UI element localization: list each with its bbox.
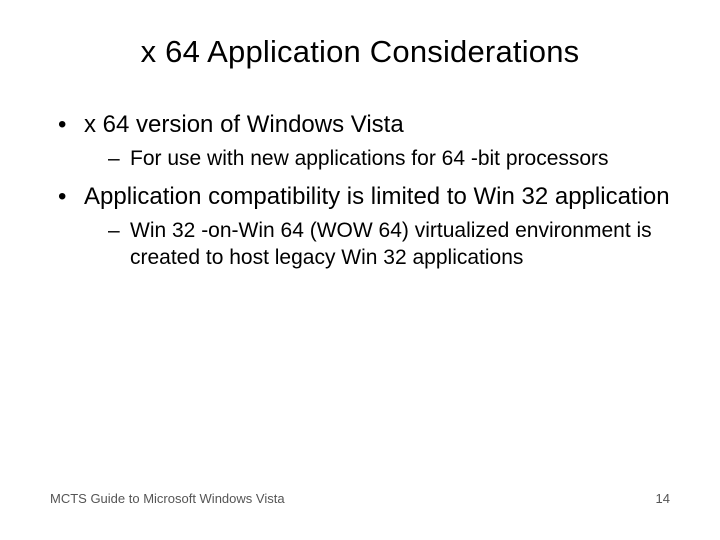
- sub-bullet-list: Win 32 -on-Win 64 (WOW 64) virtualized e…: [84, 218, 670, 271]
- bullet-item: Application compatibility is limited to …: [58, 182, 670, 271]
- bullet-text: Application compatibility is limited to …: [84, 183, 670, 210]
- sub-bullet-item: For use with new applications for 64 -bi…: [108, 146, 670, 172]
- bullet-list: x 64 version of Windows Vista For use wi…: [50, 110, 670, 271]
- sub-bullet-text: Win 32 -on-Win 64 (WOW 64) virtualized e…: [130, 219, 652, 268]
- page-number: 14: [656, 491, 670, 506]
- slide: x 64 Application Considerations x 64 ver…: [0, 0, 720, 540]
- slide-footer: MCTS Guide to Microsoft Windows Vista 14: [50, 491, 670, 506]
- bullet-text: x 64 version of Windows Vista: [84, 111, 404, 138]
- sub-bullet-text: For use with new applications for 64 -bi…: [130, 147, 609, 170]
- footer-source: MCTS Guide to Microsoft Windows Vista: [50, 491, 285, 506]
- slide-title: x 64 Application Considerations: [50, 34, 670, 70]
- bullet-item: x 64 version of Windows Vista For use wi…: [58, 110, 670, 172]
- sub-bullet-list: For use with new applications for 64 -bi…: [84, 146, 670, 172]
- sub-bullet-item: Win 32 -on-Win 64 (WOW 64) virtualized e…: [108, 218, 670, 271]
